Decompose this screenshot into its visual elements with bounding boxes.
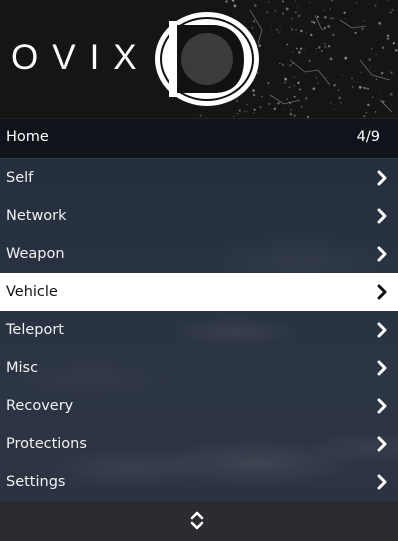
chevron-right-icon — [377, 284, 387, 300]
menu-item-weapon[interactable]: Weapon — [0, 235, 398, 273]
menu-item-label: Weapon — [6, 246, 65, 262]
mod-menu: OVIX Home 4/9 Self Network Weapon Vehicl… — [0, 0, 398, 541]
menu-item-label: Self — [6, 170, 34, 186]
ovix-logo-mark-icon — [155, 12, 259, 106]
menu-item-settings[interactable]: Settings — [0, 463, 398, 501]
menu-item-teleport[interactable]: Teleport — [0, 311, 398, 349]
chevron-right-icon — [377, 170, 387, 186]
chevron-right-icon — [377, 474, 387, 490]
menu-item-label: Teleport — [6, 322, 64, 338]
item-counter: 4/9 — [356, 129, 380, 145]
menu-header-banner: OVIX — [0, 0, 398, 118]
menu-footer — [0, 501, 398, 541]
chevron-right-icon — [377, 208, 387, 224]
chevron-right-icon — [377, 398, 387, 414]
menu-item-recovery[interactable]: Recovery — [0, 387, 398, 425]
menu-item-vehicle[interactable]: Vehicle — [0, 273, 398, 311]
chevron-right-icon — [377, 322, 387, 338]
menu-item-label: Recovery — [6, 398, 74, 414]
menu-item-network[interactable]: Network — [0, 197, 398, 235]
chevron-right-icon — [377, 246, 387, 262]
menu-item-label: Vehicle — [6, 284, 58, 300]
menu-item-list: Self Network Weapon Vehicle Teleport Mis… — [0, 159, 398, 501]
chevron-right-icon — [377, 436, 387, 452]
menu-item-label: Network — [6, 208, 67, 224]
menu-item-self[interactable]: Self — [0, 159, 398, 197]
menu-item-misc[interactable]: Misc — [0, 349, 398, 387]
menu-item-label: Settings — [6, 474, 66, 490]
submenu-header: Home 4/9 — [0, 118, 398, 158]
menu-item-protections[interactable]: Protections — [0, 425, 398, 463]
brand-wordmark: OVIX — [11, 38, 151, 77]
menu-item-label: Protections — [6, 436, 87, 452]
up-down-arrows-icon[interactable] — [189, 510, 205, 531]
menu-item-label: Misc — [6, 360, 39, 376]
chevron-right-icon — [377, 360, 387, 376]
submenu-title: Home — [6, 129, 49, 145]
